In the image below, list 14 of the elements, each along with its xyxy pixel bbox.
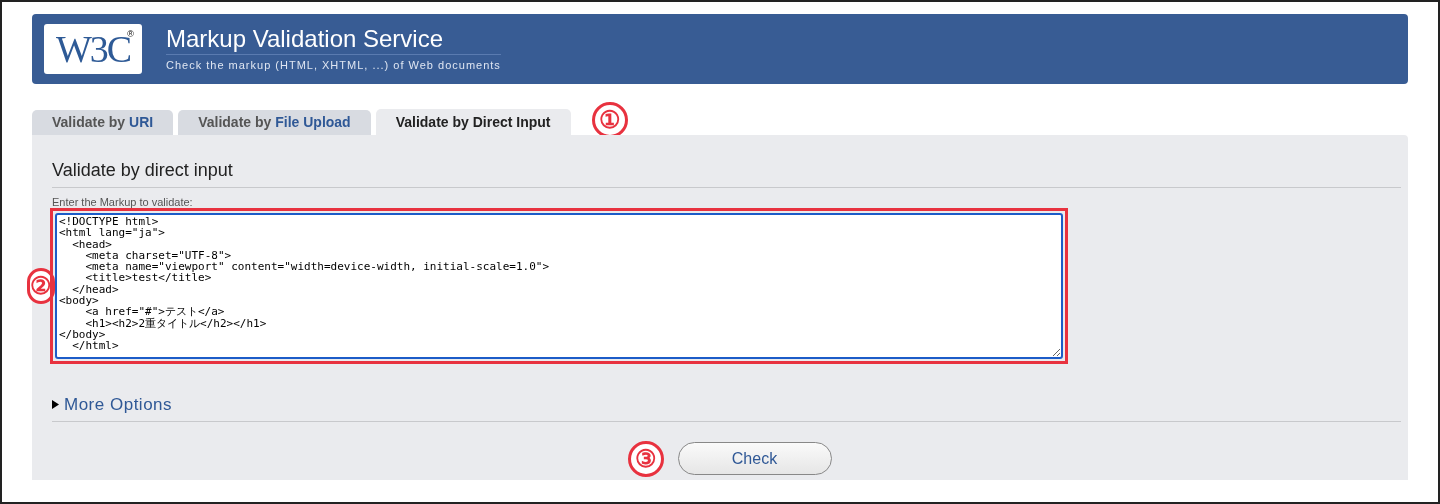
tab[interactable]: Validate by Direct Input	[375, 109, 571, 135]
field-label: Enter the Markup to validate:	[52, 196, 194, 208]
expand-icon	[52, 400, 59, 410]
more-options-toggle[interactable]: More Options	[52, 392, 1401, 422]
tab[interactable]: Validate by URI	[32, 110, 174, 135]
markup-input[interactable]: <!DOCTYPE html> <html lang="ja"> <head> <meta charset="UTF-8"> <meta name="viewport" content="width=device-width, initial-scale=1.0"> <title>test</title> </head> <body> <a href="#">テスト</a> <h1><h2>2重タイトル</h2></h1> </body> </html>	[55, 213, 1063, 359]
page-title: Markup Validation Service	[166, 24, 501, 56]
step-number: ③	[627, 440, 664, 477]
check-button[interactable]: Check	[677, 442, 832, 475]
tab[interactable]: Validate by File Upload	[178, 110, 371, 135]
page-subtitle: Check the markup (HTML, XHTML, ...) of Web documents	[166, 58, 501, 74]
logo: W3C®	[44, 24, 142, 74]
section-heading: Validate by direct input	[52, 157, 1401, 188]
step-number: ①	[591, 102, 628, 138]
